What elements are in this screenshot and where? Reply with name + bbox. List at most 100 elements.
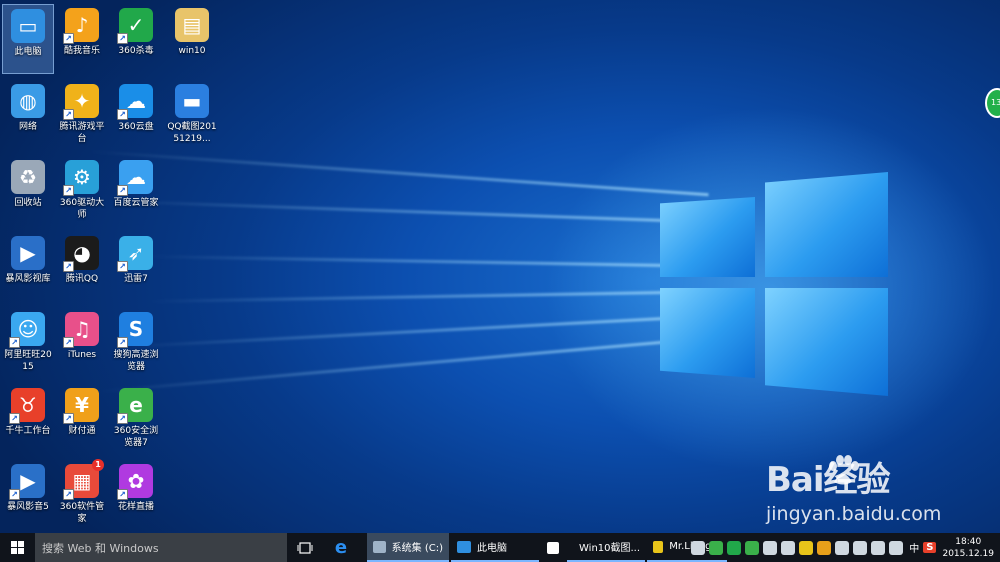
shortcut-arrow-icon: ↗ — [117, 33, 128, 44]
desktop-icon[interactable]: ✓ ↗ 360杀毒 — [110, 4, 162, 74]
cloud-icon[interactable] — [691, 540, 706, 555]
desktop-icon[interactable]: ▭ 此电脑 — [2, 4, 54, 74]
shield-icon[interactable] — [709, 540, 724, 555]
battery-icon[interactable] — [835, 540, 850, 555]
desktop-icon-label: 360杀毒 — [118, 46, 154, 56]
desktop-icon-label: 腾讯游戏平台 — [59, 122, 105, 144]
desktop-icon-label: 网络 — [18, 122, 37, 132]
desktop-icon[interactable]: ♉ ↗ 千牛工作台 — [2, 384, 54, 454]
folder-icon: ▤ — [175, 8, 209, 42]
notification-badge: 1 — [92, 459, 104, 471]
desktop-icon[interactable]: ✿ ↗ 花样直播 — [110, 460, 162, 530]
search-input[interactable]: 搜索 Web 和 Windows — [35, 533, 287, 562]
desktop-icon[interactable]: S ↗ 搜狗高速浏览器 — [110, 308, 162, 378]
desktop-icon[interactable]: ▦ ↗ 1 360软件管家 — [56, 459, 108, 530]
baidu-paw-icon — [829, 455, 859, 485]
desktop-icon-label: 阿里旺旺2015 — [4, 350, 52, 372]
ime-indicator[interactable]: 中 — [909, 540, 919, 555]
clock[interactable]: 18:40 2015.12.19 — [942, 536, 994, 560]
message-icon[interactable] — [889, 540, 904, 555]
task-view-icon — [297, 541, 313, 554]
desktop-icon-label: 360安全浏览器7 — [113, 426, 159, 448]
side-widget-badge[interactable]: 13 — [985, 88, 1000, 118]
task-view-button[interactable] — [287, 533, 323, 562]
shortcut-arrow-icon: ↗ — [63, 489, 74, 500]
desktop-icon[interactable]: ▤ win10 — [166, 4, 218, 74]
shortcut-arrow-icon: ↗ — [63, 185, 74, 196]
desktop-icon-label: 搜狗高速浏览器 — [113, 350, 159, 372]
desktop-icon-label: 暴风影音5 — [7, 502, 49, 512]
shortcut-arrow-icon: ↗ — [117, 489, 128, 500]
baidu-watermark: Bai经验 jingyan.baidu.com — [766, 452, 986, 532]
taskbar-app-label: 此电脑 — [477, 543, 507, 554]
desktop-icon[interactable]: e ↗ 360安全浏览器7 — [110, 384, 162, 454]
desktop-icon-label: 暴风影视库 — [5, 274, 51, 284]
desktop-icon[interactable]: ♻ 回收站 — [2, 156, 54, 226]
taskbar-app-button[interactable]: 此电脑 — [451, 533, 539, 562]
desktop-icon[interactable]: ☁ ↗ 360云盘 — [110, 80, 162, 150]
shortcut-arrow-icon: ↗ — [117, 413, 128, 424]
start-button[interactable] — [0, 533, 35, 562]
clock-time: 18:40 — [955, 536, 982, 547]
desktop-icon[interactable]: ⚙ ↗ 360驱动大师 — [56, 156, 108, 226]
desktop-icon-label: 回收站 — [14, 198, 42, 208]
clock-date: 2015.12.19 — [942, 548, 994, 559]
shortcut-arrow-icon: ↗ — [63, 337, 74, 348]
edge-browser-button[interactable]: e — [323, 533, 359, 562]
desktop-icon-label: 酷我音乐 — [63, 46, 100, 56]
game-platform-icon: ✦ ↗ — [63, 84, 99, 120]
desktop-icon[interactable]: ☺ ↗ 阿里旺旺2015 — [2, 308, 54, 378]
shortcut-arrow-icon: ↗ — [63, 33, 74, 44]
driver-icon: ⚙ ↗ — [63, 160, 99, 196]
desktop-icon[interactable]: ◕ ↗ 腾讯QQ — [56, 232, 108, 302]
watermark-brand: Bai经验 — [766, 460, 891, 500]
desktop-icon[interactable]: ¥ ↗ 财付通 — [56, 384, 108, 454]
taskbar-app-button[interactable]: Win10截图... — [567, 533, 645, 562]
software-manager-icon: ▦ ↗ 1 — [63, 459, 104, 500]
desktop-wallpaper[interactable]: ▭ 此电脑 ♪ ↗ 酷我音乐 ✓ ↗ 360杀毒 ▤ win10 ◍ 网络 ✦ ↗ 腾讯游戏平台 ☁ ↗ 360云… — [0, 0, 1000, 533]
sogou-ime-icon[interactable]: S — [923, 542, 937, 553]
watermark-url: jingyan.baidu.com — [766, 503, 942, 525]
sogou-browser-icon: S ↗ — [117, 312, 153, 348]
wechat-icon[interactable] — [745, 540, 760, 555]
shortcut-arrow-icon: ↗ — [117, 337, 128, 348]
recycle-bin-icon: ♻ — [11, 160, 45, 194]
desktop-icon[interactable]: ♪ ↗ 酷我音乐 — [56, 4, 108, 74]
phone-icon[interactable] — [763, 540, 778, 555]
store-icon — [547, 541, 559, 554]
desktop-icon[interactable]: ✦ ↗ 腾讯游戏平台 — [56, 80, 108, 150]
taskbar-app-button[interactable]: 系统集 (C:) — [367, 533, 449, 562]
windows-start-icon — [11, 541, 24, 554]
video-library-icon: ▶ — [11, 236, 45, 270]
taskbar-app-label: Win10截图... — [579, 543, 641, 554]
shortcut-arrow-icon: ↗ — [63, 261, 74, 272]
speaker-icon[interactable] — [871, 540, 886, 555]
desktop-icon[interactable]: ▬ QQ截图20151219... — [166, 80, 218, 150]
network-icon: ◍ — [11, 84, 45, 118]
shortcut-arrow-icon: ↗ — [63, 109, 74, 120]
green-shield-icon[interactable] — [727, 540, 742, 555]
aliwangwang-icon: ☺ ↗ — [9, 312, 45, 348]
desktop-icon-label: 财付通 — [68, 426, 96, 436]
computer-icon: ▭ — [11, 9, 45, 43]
cat-icon[interactable] — [799, 540, 814, 555]
network-icon[interactable] — [853, 540, 868, 555]
qq-icon — [653, 540, 664, 553]
desktop-icon[interactable]: ♫ ↗ iTunes — [56, 308, 108, 378]
desktop-icon[interactable]: ▶ 暴风影视库 — [2, 232, 54, 302]
desktop-icon[interactable]: ▶ ↗ 暴风影音5 — [2, 460, 54, 530]
desktop-icon-label: 腾讯QQ — [65, 274, 99, 284]
monitor-icon[interactable] — [781, 540, 796, 555]
qianniu-icon: ♉ ↗ — [9, 388, 45, 424]
desktop-icon[interactable]: ➶ ↗ 迅雷7 — [110, 232, 162, 302]
taskbar-apps: 系统集 (C:)此电脑Win10截图...Mr.Liang... — [367, 533, 729, 562]
taskbar-app-button[interactable] — [541, 533, 565, 562]
shortcut-arrow-icon: ↗ — [9, 337, 20, 348]
desktop-icon[interactable]: ☁ ↗ 百度云管家 — [110, 156, 162, 226]
360-browser-icon: e ↗ — [117, 388, 153, 424]
bag-icon[interactable] — [817, 540, 832, 555]
music-icon: ♪ ↗ — [63, 8, 99, 44]
desktop-icon[interactable]: ◍ 网络 — [2, 80, 54, 150]
desktop-icon-label: 360驱动大师 — [59, 198, 105, 220]
desktop-icon-label: iTunes — [67, 350, 97, 360]
